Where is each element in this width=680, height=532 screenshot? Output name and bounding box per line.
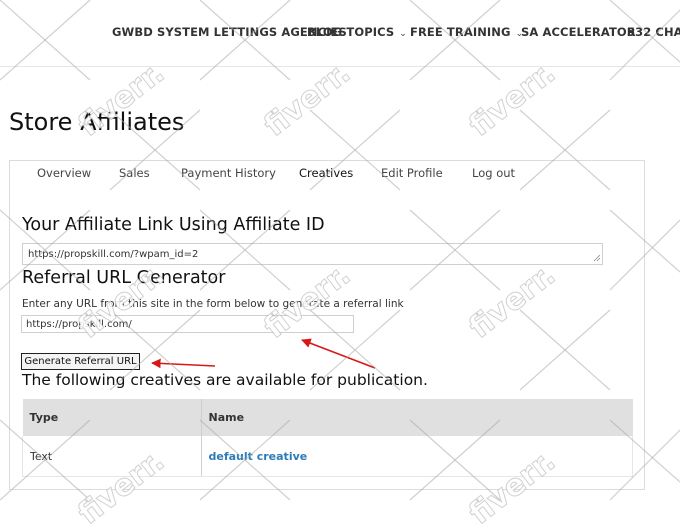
nav-item-532-challenge[interactable]: 532 CHALL bbox=[627, 25, 680, 39]
page-title: Store Affiliates bbox=[9, 108, 185, 136]
cell-type: Text bbox=[22, 436, 201, 477]
nav-item-label: SA ACCELERATOR bbox=[521, 25, 636, 39]
nav-item-sa-accelerator[interactable]: SA ACCELERATOR bbox=[521, 25, 636, 39]
nav-item-blog-topics[interactable]: BLOG TOPICS ⌄ bbox=[307, 25, 407, 39]
column-header-name: Name bbox=[200, 399, 633, 436]
top-navigation: GWBD SYSTEM LETTINGS AGENCIES BLOG TOPIC… bbox=[0, 0, 680, 67]
table-header-row: Type Name bbox=[22, 399, 633, 436]
referral-generator-heading: Referral URL Generator bbox=[22, 268, 226, 288]
affiliate-link-field[interactable]: https://propskill.com/?wpam_id=2 bbox=[22, 243, 603, 265]
nav-item-label: BLOG TOPICS bbox=[307, 25, 395, 39]
creative-link[interactable]: default creative bbox=[209, 450, 308, 463]
tab-overview[interactable]: Overview bbox=[37, 166, 91, 180]
generate-referral-url-button[interactable]: Generate Referral URL bbox=[21, 353, 140, 370]
table-row: Text default creative bbox=[22, 436, 633, 477]
resize-grip-icon[interactable] bbox=[593, 254, 601, 262]
watermark-logo: fiverr. bbox=[257, 55, 358, 144]
referral-description: Enter any URL from this site in the form… bbox=[22, 298, 404, 310]
column-header-type: Type bbox=[22, 399, 201, 436]
creatives-table: Type Name Text default creative bbox=[22, 399, 633, 477]
affiliate-link-heading: Your Affiliate Link Using Affiliate ID bbox=[22, 215, 325, 235]
tab-creatives[interactable]: Creatives bbox=[299, 166, 353, 180]
creatives-intro: The following creatives are available fo… bbox=[22, 371, 428, 389]
referral-url-input[interactable] bbox=[21, 315, 354, 333]
nav-item-label: FREE TRAINING bbox=[410, 25, 511, 39]
nav-item-label: 532 CHALL bbox=[627, 25, 680, 39]
tab-edit-profile[interactable]: Edit Profile bbox=[381, 166, 443, 180]
chevron-down-icon: ⌄ bbox=[399, 29, 407, 39]
watermark-logo: fiverr. bbox=[462, 55, 563, 144]
tab-sales[interactable]: Sales bbox=[119, 166, 150, 180]
nav-item-free-training[interactable]: FREE TRAINING ⌄ bbox=[410, 25, 523, 39]
cell-name: default creative bbox=[200, 436, 633, 477]
tab-payment-history[interactable]: Payment History bbox=[181, 166, 276, 180]
tab-log-out[interactable]: Log out bbox=[472, 166, 515, 180]
